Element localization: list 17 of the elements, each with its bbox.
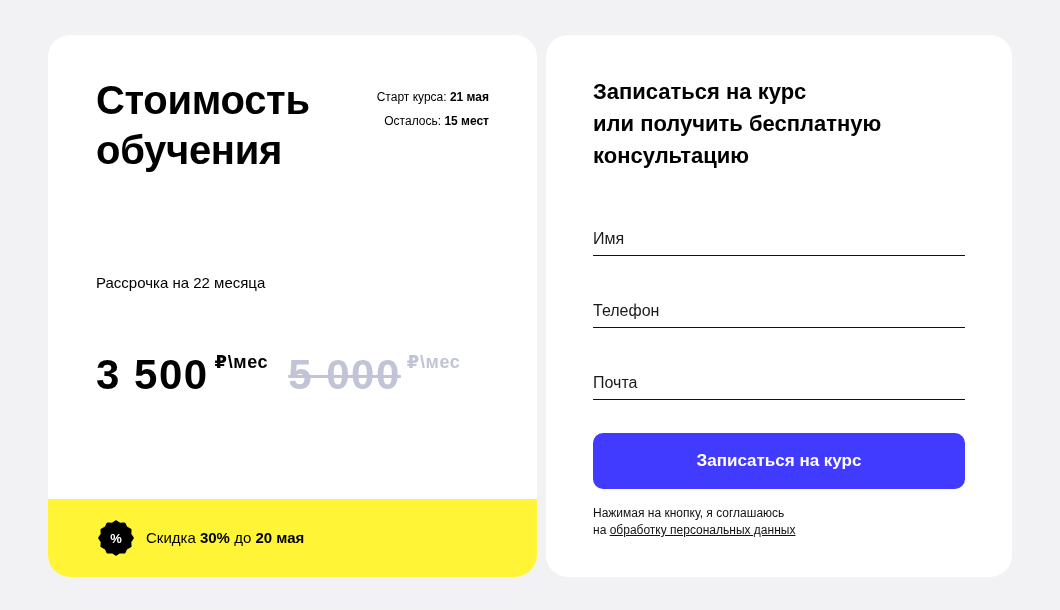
course-info-text: Осталось: 15 мест	[384, 113, 489, 130]
course-info-text: Старт курса: 21 мая	[376, 89, 489, 106]
input-field[interactable]: Почта	[593, 371, 965, 400]
input-field[interactable]: Имя	[593, 227, 965, 256]
input-field[interactable]: Телефон	[593, 299, 965, 328]
consent-text: Нажимая на кнопку, я соглашаюсь на обработку персональных данных	[593, 505, 796, 539]
old-price-unit: ₽\мес	[406, 352, 461, 372]
price-amount: 3 500	[96, 351, 209, 399]
old-price-amount: 5 000	[288, 351, 401, 399]
price-unit: ₽\мес	[214, 352, 269, 372]
installment-text: Рассрочка на 22 месяца	[96, 273, 266, 293]
signup-title: Записаться на курс или получить бесплатную консультацию	[593, 78, 883, 170]
privacy-link[interactable]: обработку персональных данных	[609, 523, 796, 537]
submit-button[interactable]: Записаться на курс	[593, 433, 965, 489]
pricing-title: Стоимость обучения	[96, 77, 311, 174]
discount-text: Скидка 30% до 20 мая	[146, 528, 305, 548]
percent-badge: %	[98, 520, 134, 556]
